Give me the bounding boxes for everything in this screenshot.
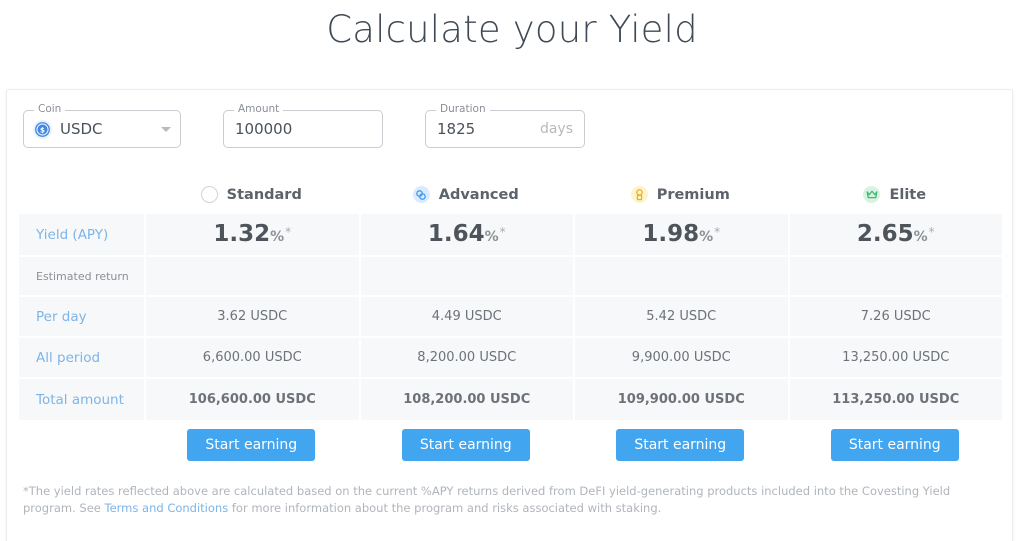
yield-unit-elite: % bbox=[914, 229, 928, 245]
coin-value: USDC bbox=[60, 120, 103, 138]
terms-and-conditions-link[interactable]: Terms and Conditions bbox=[105, 501, 229, 515]
tier-header-advanced: Advanced bbox=[359, 186, 574, 203]
yield-footnote-elite: * bbox=[929, 225, 935, 239]
coin-label: Coin bbox=[34, 103, 65, 115]
empty-circle-icon bbox=[201, 186, 218, 203]
row-label-per-day: Per day bbox=[19, 297, 144, 336]
yield-value-elite: 2.65 bbox=[857, 223, 914, 246]
row-label-estimated-return: Estimated return bbox=[19, 257, 144, 295]
cell-estimated-advanced bbox=[361, 257, 574, 295]
footnote-text-after: for more information about the program a… bbox=[228, 501, 661, 515]
duration-value: 1825 bbox=[437, 120, 475, 138]
tier-label-standard: Standard bbox=[227, 187, 302, 203]
tier-header-premium: Premium bbox=[573, 186, 788, 203]
action-cell-premium: Start earning bbox=[573, 429, 788, 461]
tier-label-elite: Elite bbox=[889, 187, 926, 203]
cell-total-elite: 113,250.00 USDC bbox=[790, 379, 1003, 420]
cell-all-period-elite: 13,250.00 USDC bbox=[790, 338, 1003, 377]
link-chain-icon bbox=[413, 186, 430, 203]
tier-header-standard: Standard bbox=[144, 186, 359, 203]
cell-all-period-standard: 6,600.00 USDC bbox=[146, 338, 359, 377]
footnote: *The yield rates reflected above are cal… bbox=[23, 483, 983, 517]
yield-footnote-advanced: * bbox=[500, 225, 506, 239]
yield-value-premium: 1.98 bbox=[642, 223, 699, 246]
tier-header-elite: Elite bbox=[788, 186, 1003, 203]
yield-unit-standard: % bbox=[270, 229, 284, 245]
cell-per-day-advanced: 4.49 USDC bbox=[361, 297, 574, 336]
start-earning-button-advanced[interactable]: Start earning bbox=[402, 429, 530, 461]
chevron-down-icon[interactable] bbox=[161, 127, 171, 132]
table-row-total-amount: Total amount 106,600.00 USDC 108,200.00 … bbox=[19, 379, 1002, 420]
row-label-yield: Yield (APY) bbox=[19, 214, 144, 255]
cell-per-day-elite: 7.26 USDC bbox=[790, 297, 1003, 336]
yield-unit-premium: % bbox=[699, 229, 713, 245]
svg-text:$: $ bbox=[40, 125, 45, 134]
table-row-yield: Yield (APY) 1.32%* 1.64%* 1.98%* 2.65%* bbox=[19, 214, 1002, 255]
table-row-per-day: Per day 3.62 USDC 4.49 USDC 5.42 USDC 7.… bbox=[19, 297, 1002, 336]
yield-calculator-page: Calculate your Yield Coin $ USDC Amount … bbox=[0, 0, 1024, 541]
start-earning-button-standard[interactable]: Start earning bbox=[187, 429, 315, 461]
amount-field[interactable]: Amount 100000 bbox=[223, 110, 383, 148]
cell-total-standard: 106,600.00 USDC bbox=[146, 379, 359, 420]
cell-yield-elite: 2.65%* bbox=[790, 214, 1003, 255]
action-row: Start earning Start earning Start earnin… bbox=[19, 429, 1002, 461]
yield-footnote-premium: * bbox=[714, 225, 720, 239]
cell-yield-advanced: 1.64%* bbox=[361, 214, 574, 255]
duration-label: Duration bbox=[436, 103, 490, 115]
calculator-card: Coin $ USDC Amount 100000 Duration 1825 bbox=[6, 89, 1013, 541]
cell-per-day-standard: 3.62 USDC bbox=[146, 297, 359, 336]
action-cell-advanced: Start earning bbox=[359, 429, 574, 461]
yield-footnote-standard: * bbox=[285, 225, 291, 239]
table-row-all-period: All period 6,600.00 USDC 8,200.00 USDC 9… bbox=[19, 338, 1002, 377]
cell-all-period-advanced: 8,200.00 USDC bbox=[361, 338, 574, 377]
cell-estimated-standard bbox=[146, 257, 359, 295]
cell-all-period-premium: 9,900.00 USDC bbox=[575, 338, 788, 377]
cell-total-premium: 109,900.00 USDC bbox=[575, 379, 788, 420]
amount-value: 100000 bbox=[235, 120, 292, 138]
crown-icon bbox=[863, 186, 880, 203]
action-row-spacer bbox=[19, 429, 144, 461]
usdc-coin-icon: $ bbox=[33, 120, 52, 139]
start-earning-button-premium[interactable]: Start earning bbox=[616, 429, 744, 461]
yield-value-standard: 1.32 bbox=[213, 223, 270, 246]
start-earning-button-elite[interactable]: Start earning bbox=[831, 429, 959, 461]
medal-icon bbox=[631, 186, 648, 203]
cell-total-advanced: 108,200.00 USDC bbox=[361, 379, 574, 420]
cell-estimated-elite bbox=[790, 257, 1003, 295]
tier-header-row: Standard Advanced Prem bbox=[19, 186, 1002, 203]
coin-select[interactable]: Coin $ USDC bbox=[23, 110, 181, 148]
row-label-total-amount: Total amount bbox=[19, 379, 144, 420]
cell-yield-standard: 1.32%* bbox=[146, 214, 359, 255]
duration-field[interactable]: Duration 1825 days bbox=[425, 110, 585, 148]
action-cell-standard: Start earning bbox=[144, 429, 359, 461]
yield-table: Yield (APY) 1.32%* 1.64%* 1.98%* 2.65%* … bbox=[19, 214, 1002, 422]
tier-label-advanced: Advanced bbox=[439, 187, 519, 203]
action-cell-elite: Start earning bbox=[788, 429, 1003, 461]
cell-yield-premium: 1.98%* bbox=[575, 214, 788, 255]
cell-per-day-premium: 5.42 USDC bbox=[575, 297, 788, 336]
tier-label-premium: Premium bbox=[657, 187, 730, 203]
inputs-row: Coin $ USDC Amount 100000 Duration 1825 bbox=[23, 110, 585, 148]
table-row-estimated-return: Estimated return bbox=[19, 257, 1002, 295]
tier-header-spacer bbox=[19, 186, 144, 203]
page-title: Calculate your Yield bbox=[0, 8, 1024, 51]
duration-suffix: days bbox=[540, 121, 573, 137]
amount-label: Amount bbox=[234, 103, 283, 115]
cell-estimated-premium bbox=[575, 257, 788, 295]
row-label-all-period: All period bbox=[19, 338, 144, 377]
yield-unit-advanced: % bbox=[485, 229, 499, 245]
yield-value-advanced: 1.64 bbox=[428, 223, 485, 246]
